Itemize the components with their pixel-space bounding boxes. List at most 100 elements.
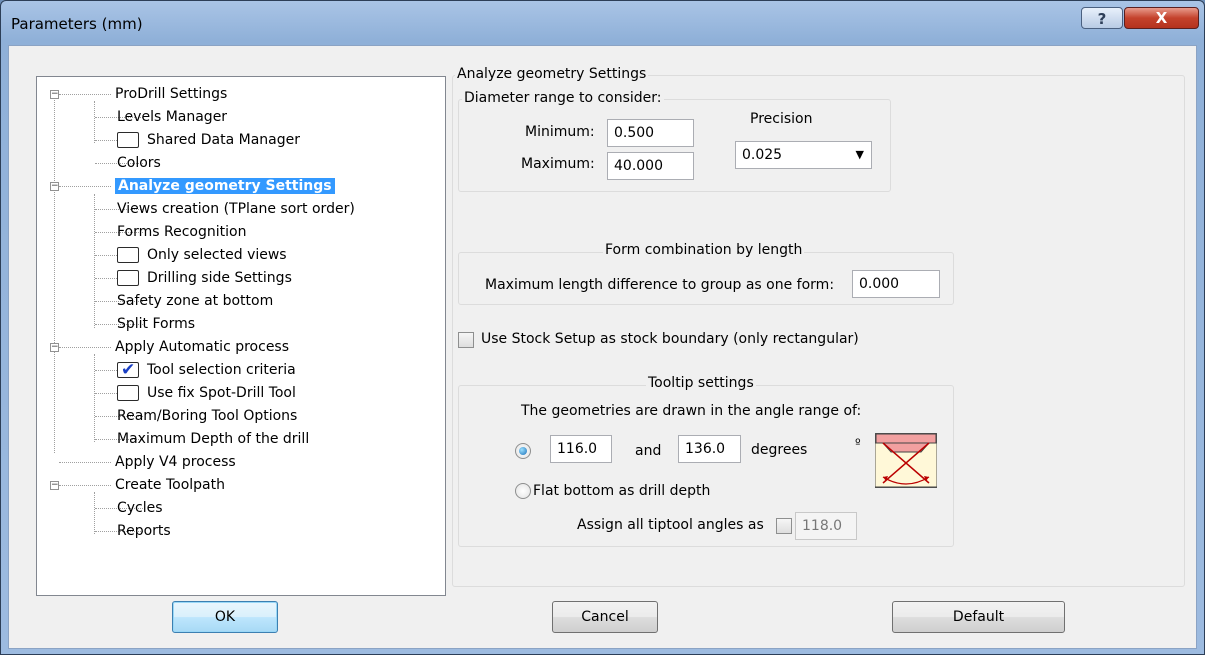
- tree-item[interactable]: Split Forms: [117, 313, 195, 335]
- tree-item-label: Drilling side Settings: [147, 270, 292, 286]
- tree-item[interactable]: Views creation (TPlane sort order): [117, 198, 355, 220]
- tree-connector: [95, 255, 117, 256]
- assign-tiptool-label: Assign all tiptool angles as: [577, 517, 764, 533]
- tree-connector: [95, 140, 117, 141]
- tree-item[interactable]: Use fix Spot-Drill Tool: [117, 382, 296, 404]
- tree-item-label: Cycles: [117, 500, 163, 516]
- maximum-label: Maximum:: [521, 156, 595, 172]
- tree-item-label: Colors: [117, 155, 161, 171]
- tree-item-label: Levels Manager: [117, 109, 228, 125]
- max-length-difference-input[interactable]: 0.000: [852, 270, 940, 298]
- tree-item[interactable]: Shared Data Manager: [117, 129, 300, 151]
- form-combination-title: Form combination by length: [603, 242, 805, 258]
- degree-symbol: º: [855, 436, 861, 450]
- tooltip-settings-title: Tooltip settings: [646, 375, 756, 391]
- diameter-range-title: Diameter range to consider:: [462, 90, 664, 106]
- angle-range-radio[interactable]: [515, 443, 531, 459]
- tree-connector: [95, 393, 117, 394]
- precision-label: Precision: [750, 111, 813, 127]
- tree-item-checkbox[interactable]: ✔: [117, 360, 139, 380]
- tree-branch-line: [94, 354, 95, 442]
- tree-item[interactable]: Levels Manager: [117, 106, 227, 128]
- tree-item[interactable]: Maximum Depth of the drill: [117, 428, 309, 450]
- tree-item[interactable]: Apply V4 process: [115, 451, 236, 473]
- title-bar[interactable]: Parameters (mm) ? X: [1, 1, 1204, 45]
- tree-connector: [59, 462, 111, 463]
- cancel-button[interactable]: Cancel: [552, 601, 658, 633]
- stock-boundary-label: Use Stock Setup as stock boundary (only …: [481, 331, 859, 347]
- tree-item[interactable]: Colors: [117, 152, 161, 174]
- tree-branch-line: [94, 194, 95, 328]
- tree-item-label: Reports: [117, 523, 171, 539]
- tree-connector: [59, 186, 111, 187]
- and-label: and: [635, 443, 662, 459]
- tree-item-label: Safety zone at bottom: [117, 293, 274, 309]
- tree-item-checkbox[interactable]: [117, 132, 139, 148]
- precision-select[interactable]: 0.025 ▼: [735, 141, 872, 169]
- tree-item-label: Views creation (TPlane sort order): [117, 201, 355, 217]
- tree-connector: [59, 485, 111, 486]
- tree-item[interactable]: Only selected views: [117, 244, 287, 266]
- degrees-label: degrees: [751, 442, 808, 458]
- tree-branch-line: [94, 101, 95, 143]
- maximum-input[interactable]: 40.000: [607, 152, 694, 180]
- tree-item-label: Shared Data Manager: [147, 132, 300, 148]
- assign-tiptool-checkbox[interactable]: [776, 518, 792, 534]
- tree-branch-line: [94, 492, 95, 534]
- flat-bottom-radio[interactable]: [515, 483, 531, 499]
- precision-value: 0.025: [742, 147, 783, 163]
- stock-boundary-checkbox[interactable]: [458, 332, 474, 348]
- tree-item[interactable]: ProDrill Settings: [115, 83, 227, 105]
- collapse-icon[interactable]: −: [50, 481, 59, 490]
- tree-item-checkbox[interactable]: [117, 385, 139, 401]
- ok-button[interactable]: OK: [172, 601, 278, 633]
- tree-item[interactable]: Apply Automatic process: [115, 336, 289, 358]
- collapse-icon[interactable]: −: [50, 90, 59, 99]
- tree-item[interactable]: Drilling side Settings: [117, 267, 292, 289]
- assign-tiptool-input[interactable]: 118.0: [795, 512, 857, 540]
- tree-item-label: Ream/Boring Tool Options: [117, 408, 298, 424]
- dialog-client-area: − ProDrill Settings Levels Manager Shared D…: [8, 45, 1197, 649]
- tree-item-label: Tool selection criteria: [147, 362, 296, 378]
- tree-item-label: ProDrill Settings: [115, 86, 228, 102]
- tree-item-label: Split Forms: [117, 316, 196, 332]
- analyze-geometry-title: Analyze geometry Settings: [455, 66, 649, 82]
- parameters-dialog: Parameters (mm) ? X − ProDrill Settings Le…: [0, 0, 1205, 655]
- chevron-down-icon: ▼: [855, 148, 864, 161]
- tree-item-label: Use fix Spot-Drill Tool: [147, 385, 296, 401]
- tree-connector: [95, 278, 117, 279]
- tree-item-label: Apply V4 process: [115, 454, 236, 470]
- tree-item[interactable]: Reports: [117, 520, 171, 542]
- default-button[interactable]: Default: [892, 601, 1065, 633]
- tree-item-label: Maximum Depth of the drill: [117, 431, 310, 447]
- tree-item-label: Apply Automatic process: [115, 339, 290, 355]
- drill-tip-diagram-icon: [874, 432, 938, 489]
- max-length-difference-label: Maximum length difference to group as on…: [485, 277, 835, 293]
- tree-item-label: Only selected views: [147, 247, 287, 263]
- tree-item-checkbox[interactable]: [117, 270, 139, 286]
- checkmark-icon: ✔: [121, 360, 136, 380]
- tree-item[interactable]: Analyze geometry Settings: [115, 175, 335, 197]
- tree-item-label: Create Toolpath: [115, 477, 225, 493]
- minimum-input[interactable]: 0.500: [607, 119, 694, 147]
- tree-item-checkbox[interactable]: [117, 247, 139, 263]
- tree-item[interactable]: Safety zone at bottom: [117, 290, 273, 312]
- tree-connector: [59, 347, 111, 348]
- tree-item[interactable]: Create Toolpath: [115, 474, 225, 496]
- close-button[interactable]: X: [1124, 7, 1199, 29]
- angle-to-input[interactable]: 136.0: [678, 435, 741, 463]
- collapse-icon[interactable]: −: [50, 343, 59, 352]
- tree-item[interactable]: Forms Recognition: [117, 221, 246, 243]
- tree-connector: [95, 370, 117, 371]
- angle-from-input[interactable]: 116.0: [550, 435, 612, 463]
- tree-item[interactable]: Cycles: [117, 497, 163, 519]
- tree-root-line: [54, 93, 55, 453]
- window-title: Parameters (mm): [11, 15, 143, 33]
- tree-connector: [59, 94, 111, 95]
- help-button[interactable]: ?: [1081, 7, 1123, 29]
- tree-item[interactable]: ✔ Tool selection criteria: [117, 359, 296, 381]
- tree-item[interactable]: Ream/Boring Tool Options: [117, 405, 297, 427]
- settings-tree[interactable]: − ProDrill Settings Levels Manager Shared D…: [36, 76, 446, 596]
- collapse-icon[interactable]: −: [50, 182, 59, 191]
- minimum-label: Minimum:: [525, 124, 595, 140]
